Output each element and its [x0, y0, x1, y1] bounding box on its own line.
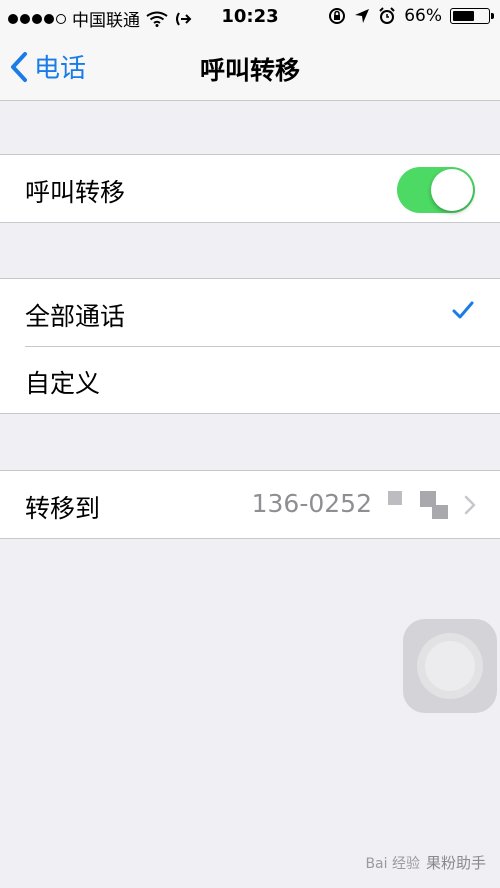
forward-to-row[interactable]: 转移到 136-0252 [0, 471, 500, 538]
call-forwarding-row: 呼叫转移 [0, 155, 500, 222]
forward-number: 136-0252 [251, 489, 372, 518]
option-custom[interactable]: 自定义 [0, 346, 500, 413]
watermark: Bai 经验 果粉助手 [365, 852, 486, 873]
status-bar: 中国联通 10:23 66% [0, 0, 500, 34]
option-all-calls[interactable]: 全部通话 [0, 279, 500, 346]
option-all-calls-label: 全部通话 [25, 302, 126, 331]
redaction-block [432, 505, 448, 519]
option-custom-label: 自定义 [25, 369, 101, 398]
toggle-knob [431, 169, 473, 211]
assistive-touch-ring [425, 641, 475, 691]
forward-to-label: 转移到 [25, 494, 101, 523]
forwarding-options-group: 全部通话 自定义 [0, 278, 500, 414]
battery-icon [450, 8, 494, 24]
assistive-touch-button[interactable] [403, 619, 497, 713]
battery-tip [491, 13, 494, 19]
checkmark-icon [452, 301, 474, 319]
forward-to-group: 转移到 136-0252 [0, 470, 500, 539]
call-forwarding-label: 呼叫转移 [25, 178, 126, 207]
battery-level [453, 11, 474, 21]
chevron-right-icon [464, 495, 476, 515]
watermark-text: 果粉助手 [425, 854, 486, 872]
call-forwarding-toggle-group: 呼叫转移 [0, 154, 500, 223]
redaction-block [388, 491, 402, 505]
call-forwarding-toggle[interactable] [397, 167, 475, 213]
location-arrow-icon [355, 9, 370, 23]
rotation-lock-icon [329, 8, 346, 24]
watermark-logo: Bai 经验 [365, 855, 420, 872]
page-title: 呼叫转移 [199, 56, 300, 85]
alarm-icon [379, 7, 395, 24]
battery-percentage: 66% [404, 6, 442, 26]
status-right: 66% [328, 6, 494, 26]
navigation-bar: 电话 呼叫转移 [0, 34, 500, 101]
